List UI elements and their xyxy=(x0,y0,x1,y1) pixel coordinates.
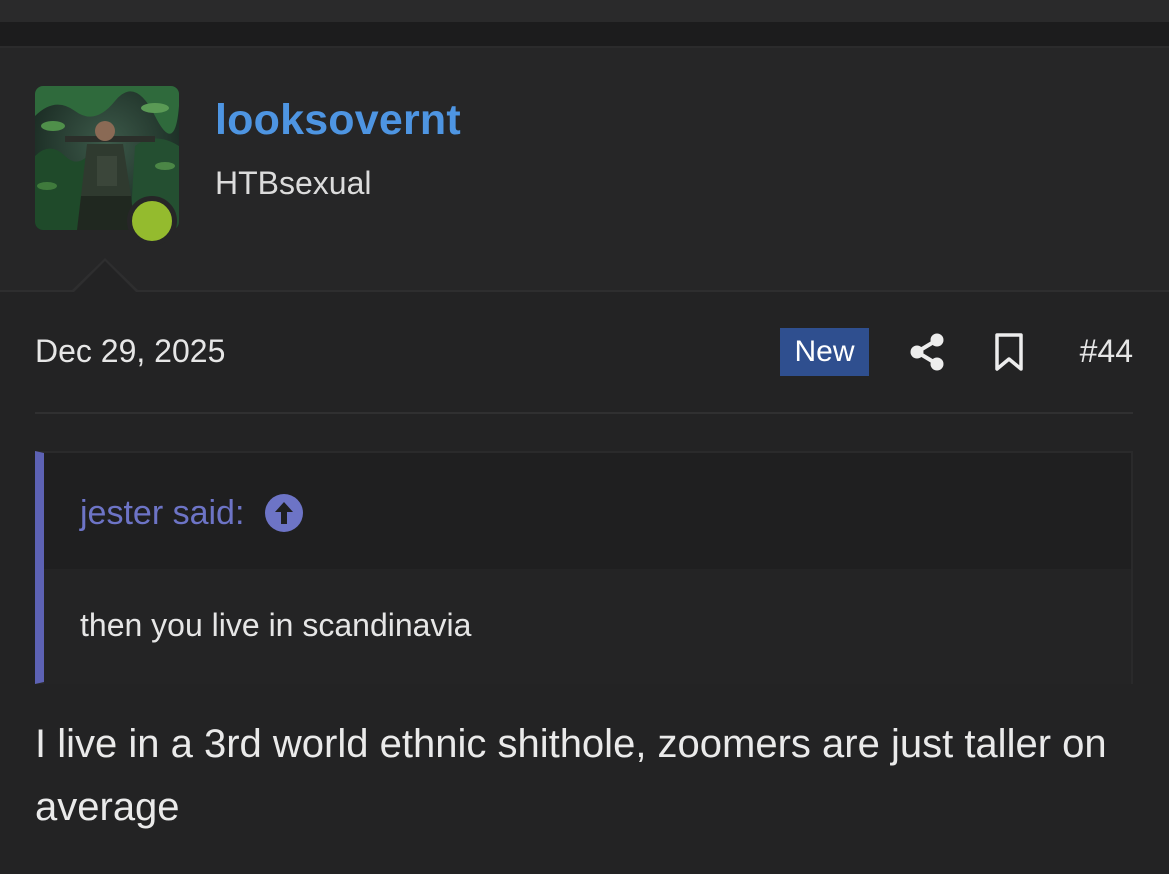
online-status-indicator xyxy=(127,196,177,246)
post-message: I live in a 3rd world ethnic shithole, z… xyxy=(35,722,1107,829)
quote-header: jester said: xyxy=(44,453,1131,569)
post-username[interactable]: looksovernt xyxy=(215,96,461,145)
quote-author[interactable]: jester said: xyxy=(80,493,304,533)
post-meta-row: Dec 29, 2025 New #44 xyxy=(35,328,1133,378)
bookmark-icon[interactable] xyxy=(994,332,1024,372)
header-pointer-fill xyxy=(72,261,138,294)
post-date[interactable]: Dec 29, 2025 xyxy=(35,333,225,370)
page-gap xyxy=(0,22,1169,48)
share-icon[interactable] xyxy=(909,333,945,371)
user-title: HTBsexual xyxy=(215,165,372,201)
top-navigation-bar xyxy=(0,0,1169,22)
arrow-up-circle-icon[interactable] xyxy=(264,493,304,533)
post-number-link[interactable]: #44 xyxy=(1080,333,1133,370)
quote-text: then you live in scandinavia xyxy=(80,607,472,643)
forum-post: looksovernt HTBsexual Dec 29, 2025 New #… xyxy=(0,48,1169,874)
new-badge: New xyxy=(780,328,869,376)
quote-block: jester said: then you live in scandinavi… xyxy=(35,451,1133,684)
meta-divider xyxy=(35,412,1133,414)
quote-body: then you live in scandinavia xyxy=(44,569,1131,684)
quote-author-label[interactable]: jester said: xyxy=(80,494,244,533)
post-user-header: looksovernt HTBsexual xyxy=(0,48,1169,294)
